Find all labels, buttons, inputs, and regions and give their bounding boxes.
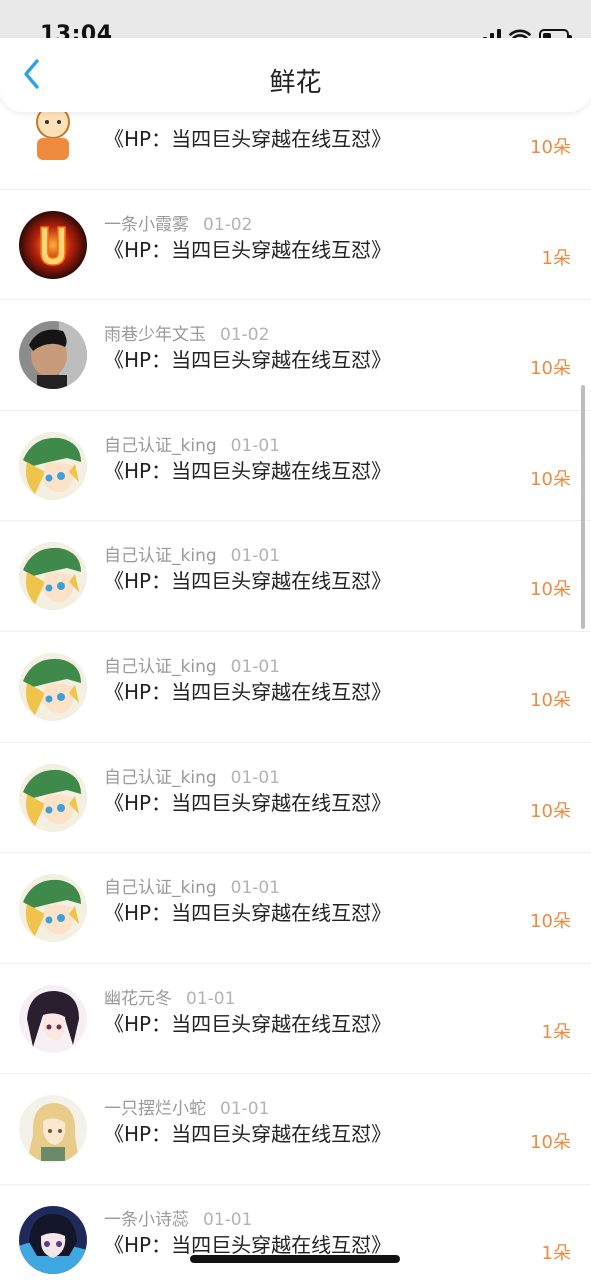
gift-date: 01-01 — [230, 435, 281, 456]
book-title[interactable]: 《HP：当四巨头穿越在线互怼》 — [104, 1118, 391, 1147]
meta-line: 幽花元冬 01-01 — [104, 984, 235, 1009]
list-item[interactable]: 自己认证_king 01-01 《HP：当四巨头穿越在线互怼》 10朵 — [0, 411, 591, 522]
anime-blue-avatar-icon — [19, 1205, 87, 1274]
book-title[interactable]: 《HP：当四巨头穿越在线互怼》 — [104, 123, 391, 152]
user-name[interactable]: 自己认证_king — [104, 436, 217, 456]
avatar[interactable] — [19, 431, 87, 500]
list-item[interactable]: 一条小诗蕊 01-01 《HP：当四巨头穿越在线互怼》 1朵 — [0, 1185, 591, 1280]
flower-count: 10朵 — [530, 800, 571, 822]
anime-green-avatar-icon — [19, 874, 87, 943]
avatar[interactable] — [19, 210, 87, 279]
anime-green-avatar-icon — [19, 763, 87, 832]
anime-green-avatar-icon — [19, 652, 87, 721]
meta-line: 自己认证_king 01-01 — [104, 431, 280, 456]
avatar[interactable] — [19, 542, 87, 611]
flower-count: 10朵 — [530, 579, 571, 601]
home-indicator[interactable] — [190, 1255, 400, 1263]
meta-line: 一条小诗蕊 01-01 — [104, 1205, 252, 1230]
gift-date: 01-01 — [230, 878, 281, 899]
flower-count: 1朵 — [541, 1021, 571, 1043]
user-name[interactable]: 幽花元冬 — [104, 989, 172, 1009]
anime-green-avatar-icon — [19, 542, 87, 611]
avatar[interactable] — [19, 321, 87, 390]
gift-date: 01-02 — [220, 325, 270, 346]
list-item[interactable]: 自己认证_king 01-01 《HP：当四巨头穿越在线互怼》 10朵 — [0, 743, 591, 854]
gift-date: 01-01 — [230, 656, 281, 677]
photo-person-avatar-icon — [19, 321, 87, 390]
book-title[interactable]: 《HP：当四巨头穿越在线互怼》 — [104, 1229, 391, 1258]
gift-date: 01-01 — [203, 1209, 253, 1230]
flower-count: 10朵 — [530, 1132, 571, 1154]
gift-date: 01-01 — [230, 546, 281, 567]
fire-u-avatar-icon — [19, 210, 87, 279]
list-item[interactable]: 一只摆烂小蛇 01-01 《HP：当四巨头穿越在线互怼》 10朵 — [0, 1074, 591, 1185]
book-title[interactable]: 《HP：当四巨头穿越在线互怼》 — [104, 1008, 391, 1037]
avatar[interactable] — [19, 652, 87, 721]
meta-line: 雨巷少年文玉 01-02 — [104, 320, 269, 345]
anime-blonde-avatar-icon — [19, 1095, 87, 1164]
user-name[interactable]: 一只摆烂小蛇 — [104, 1099, 206, 1119]
book-title[interactable]: 《HP：当四巨头穿越在线互怼》 — [104, 787, 391, 816]
flower-count: 10朵 — [530, 689, 571, 711]
meta-line: 一条小霞雾 01-02 — [104, 210, 252, 235]
scrollbar[interactable] — [581, 385, 585, 629]
gift-date: 01-01 — [220, 1099, 270, 1120]
user-name[interactable]: 自己认证_king — [104, 657, 217, 677]
list-item[interactable]: 自己认证_king 01-01 《HP：当四巨头穿越在线互怼》 10朵 — [0, 521, 591, 632]
list-item[interactable]: 雨巷少年文玉 01-02 《HP：当四巨头穿越在线互怼》 10朵 — [0, 300, 591, 411]
book-title[interactable]: 《HP：当四巨头穿越在线互怼》 — [104, 234, 391, 263]
avatar[interactable] — [19, 1205, 87, 1274]
anime-green-avatar-icon — [19, 431, 87, 500]
list-item[interactable]: 自己认证_king 01-01 《HP：当四巨头穿越在线互怼》 10朵 — [0, 632, 591, 743]
flower-count: 1朵 — [541, 247, 571, 269]
avatar[interactable] — [19, 874, 87, 943]
user-name[interactable]: 一条小诗蕊 — [104, 1210, 189, 1230]
user-name[interactable]: 一条小霞雾 — [104, 215, 189, 235]
flower-count: 10朵 — [530, 358, 571, 380]
page-title: 鲜花 — [269, 68, 322, 98]
user-name[interactable]: 自己认证_king — [104, 878, 217, 898]
anime-dark-avatar-icon — [19, 984, 87, 1053]
user-name[interactable]: 雨巷少年文玉 — [104, 325, 206, 345]
flower-count: 10朵 — [530, 137, 571, 158]
flower-count: 1朵 — [541, 1242, 571, 1264]
book-title[interactable]: 《HP：当四巨头穿越在线互怼》 — [104, 897, 391, 926]
avatar[interactable] — [19, 984, 87, 1053]
screen: 13:04 鲜花 《HP：当四巨头穿越在线互怼》 10朵 一条小霞雾 01-02… — [0, 0, 591, 1280]
gift-date: 01-01 — [186, 988, 236, 1009]
list-item[interactable]: 一条小霞雾 01-02 《HP：当四巨头穿越在线互怼》 1朵 — [0, 190, 591, 301]
list-item[interactable]: 幽花元冬 01-01 《HP：当四巨头穿越在线互怼》 1朵 — [0, 964, 591, 1075]
list-item[interactable]: 自己认证_king 01-01 《HP：当四巨头穿越在线互怼》 10朵 — [0, 853, 591, 964]
avatar[interactable] — [19, 763, 87, 832]
avatar[interactable] — [19, 1095, 87, 1164]
gift-date: 01-02 — [203, 214, 253, 235]
book-title[interactable]: 《HP：当四巨头穿越在线互怼》 — [104, 455, 391, 484]
meta-line: 自己认证_king 01-01 — [104, 873, 280, 898]
status-bar: 13:04 — [0, 0, 591, 47]
header: 鲜花 — [0, 38, 591, 112]
user-name[interactable]: 自己认证_king — [104, 768, 217, 788]
book-title[interactable]: 《HP：当四巨头穿越在线互怼》 — [104, 565, 391, 594]
book-title[interactable]: 《HP：当四巨头穿越在线互怼》 — [104, 676, 391, 705]
flower-count: 10朵 — [530, 911, 571, 933]
flower-count: 10朵 — [530, 468, 571, 490]
gift-date: 01-01 — [230, 767, 281, 788]
meta-line: 自己认证_king 01-01 — [104, 652, 280, 677]
flower-list: 《HP：当四巨头穿越在线互怼》 10朵 一条小霞雾 01-02 《HP：当四巨头穿… — [0, 96, 591, 1280]
meta-line: 自己认证_king 01-01 — [104, 541, 280, 566]
meta-line: 自己认证_king 01-01 — [104, 763, 280, 788]
user-name[interactable]: 自己认证_king — [104, 546, 217, 566]
meta-line: 一只摆烂小蛇 01-01 — [104, 1094, 269, 1119]
book-title[interactable]: 《HP：当四巨头穿越在线互怼》 — [104, 344, 391, 373]
